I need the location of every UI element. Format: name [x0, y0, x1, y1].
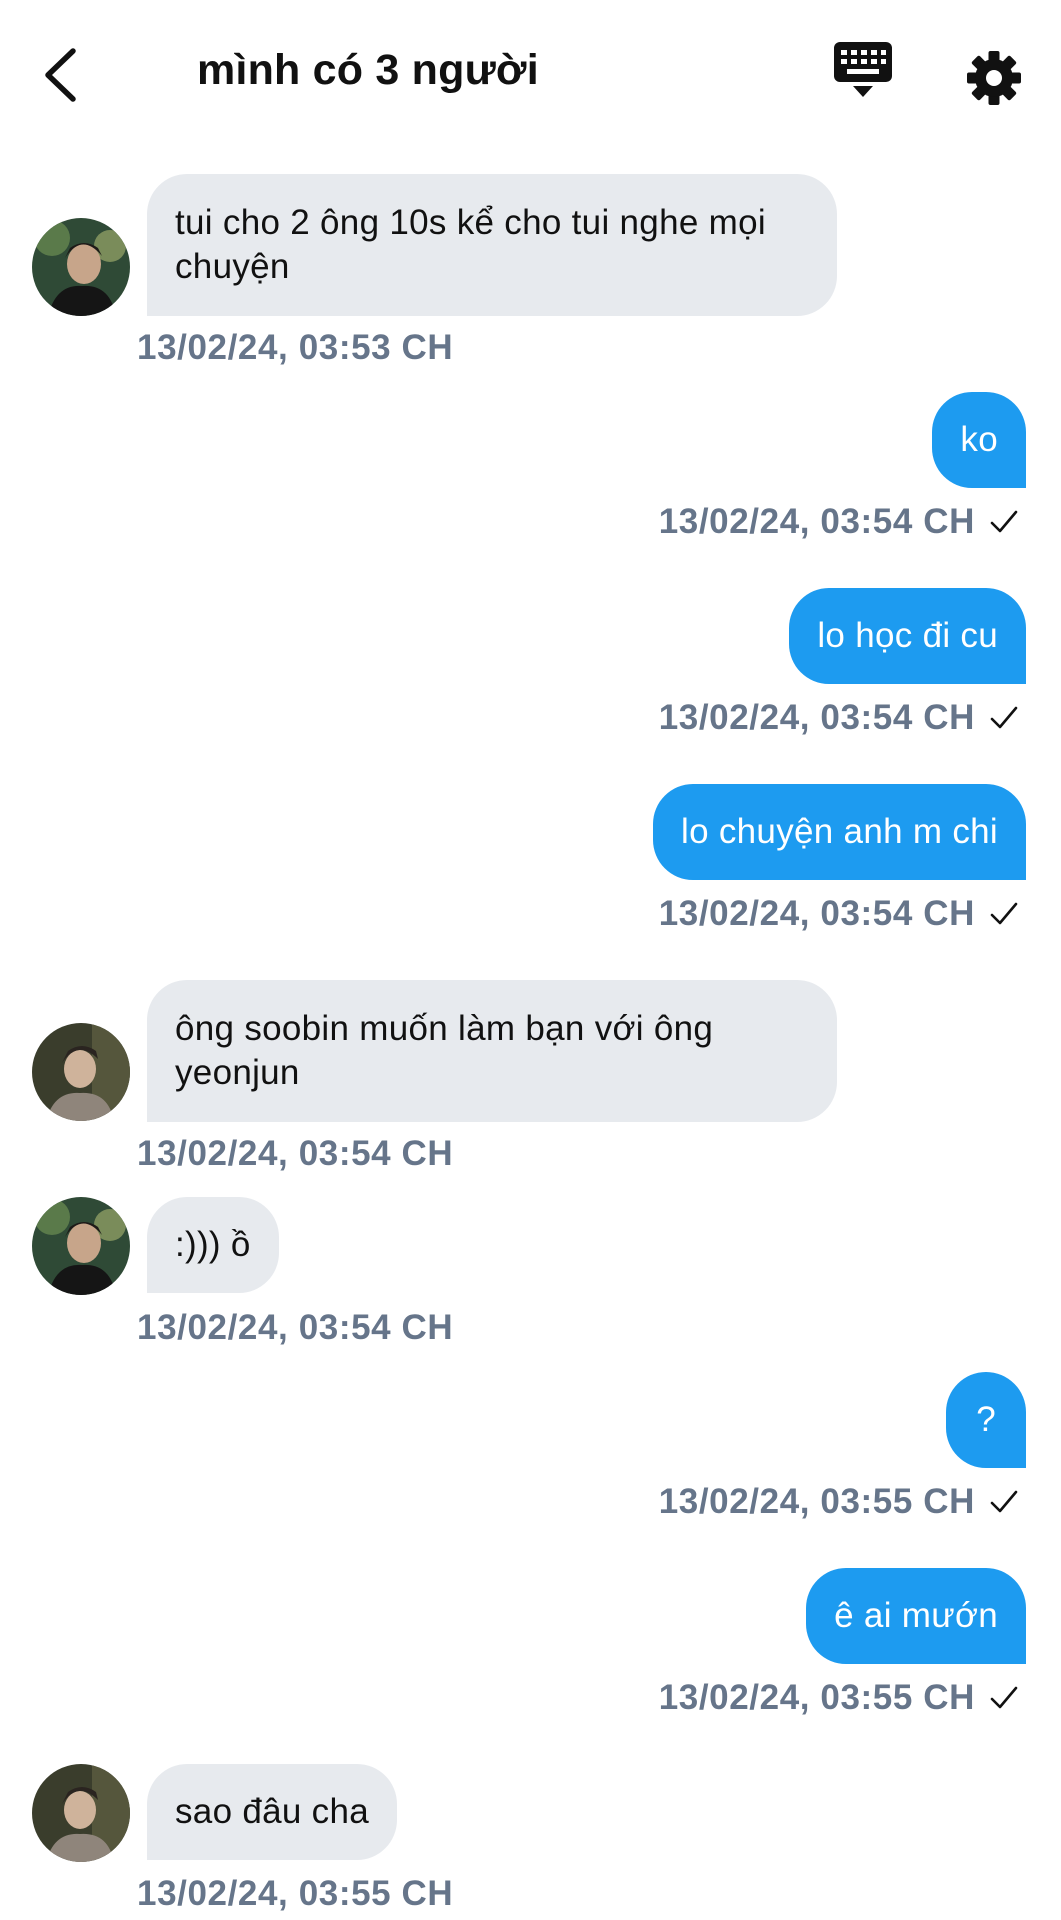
chat-header: mình có 3 người	[0, 0, 1061, 150]
message-timestamp: 13/02/24, 03:55 CH	[658, 1482, 975, 1521]
sent-check-icon	[990, 902, 1018, 925]
avatar[interactable]	[32, 1197, 130, 1295]
back-chevron-icon	[45, 48, 76, 102]
message-bubble-incoming[interactable]: ông soobin muốn làm bạn với ông yeonjun	[147, 980, 837, 1122]
message-timestamp: 13/02/24, 03:54 CH	[137, 1134, 454, 1173]
message-text: ông soobin muốn làm bạn với ông yeonjun	[175, 1009, 714, 1092]
message-timestamp-row: 13/02/24, 03:54 CH	[659, 698, 1019, 738]
sent-check-icon	[990, 1490, 1018, 1513]
message-text: ê ai mướn	[834, 1596, 998, 1635]
message-bubble-outgoing[interactable]: lo học đi cu	[789, 588, 1026, 684]
message-bubble-incoming[interactable]: :))) ồ	[147, 1197, 279, 1293]
message-bubble-outgoing[interactable]: lo chuyện anh m chi	[653, 784, 1026, 880]
avatar[interactable]	[32, 1764, 130, 1862]
avatar[interactable]	[32, 1023, 130, 1121]
message-timestamp-row: 13/02/24, 03:54 CH	[659, 894, 1019, 934]
message-timestamp: 13/02/24, 03:54 CH	[658, 894, 975, 933]
message-timestamp-row: 13/02/24, 03:54 CH	[659, 502, 1019, 542]
message-bubble-outgoing[interactable]: ko	[932, 392, 1026, 488]
back-button[interactable]	[30, 40, 90, 110]
message-timestamp: 13/02/24, 03:55 CH	[137, 1874, 454, 1913]
sent-check-icon	[990, 510, 1018, 533]
sent-check-icon	[990, 706, 1018, 729]
sent-check-icon	[990, 1686, 1018, 1709]
message-timestamp: 13/02/24, 03:54 CH	[658, 502, 975, 541]
message-timestamp-row: 13/02/24, 03:55 CH	[659, 1678, 1019, 1718]
message-bubble-outgoing[interactable]: ?	[946, 1372, 1026, 1468]
message-text: ?	[976, 1400, 996, 1439]
message-text: tui cho 2 ông 10s kể cho tui nghe mọi ch…	[175, 203, 766, 286]
message-text: lo học đi cu	[817, 616, 998, 655]
message-timestamp: 13/02/24, 03:54 CH	[137, 1308, 454, 1347]
conversation-title: mình có 3 người	[197, 46, 539, 94]
message-text: lo chuyện anh m chi	[681, 812, 998, 851]
message-timestamp: 13/02/24, 03:54 CH	[658, 698, 975, 737]
message-bubble-outgoing[interactable]: ê ai mướn	[806, 1568, 1026, 1664]
keyboard-button[interactable]	[828, 42, 898, 112]
message-timestamp-row: 13/02/24, 03:55 CH	[659, 1482, 1019, 1522]
keyboard-icon	[834, 42, 892, 97]
gear-icon	[967, 51, 1021, 105]
settings-button[interactable]	[961, 45, 1027, 111]
message-bubble-incoming[interactable]: sao đâu cha	[147, 1764, 398, 1860]
message-text: sao đâu cha	[175, 1792, 370, 1831]
message-bubble-incoming[interactable]: tui cho 2 ông 10s kể cho tui nghe mọi ch…	[147, 174, 837, 316]
message-timestamp: 13/02/24, 03:53 CH	[137, 328, 454, 367]
message-text: :))) ồ	[175, 1225, 251, 1264]
message-text: ko	[960, 420, 998, 459]
avatar[interactable]	[32, 218, 130, 316]
message-timestamp: 13/02/24, 03:55 CH	[658, 1678, 975, 1717]
